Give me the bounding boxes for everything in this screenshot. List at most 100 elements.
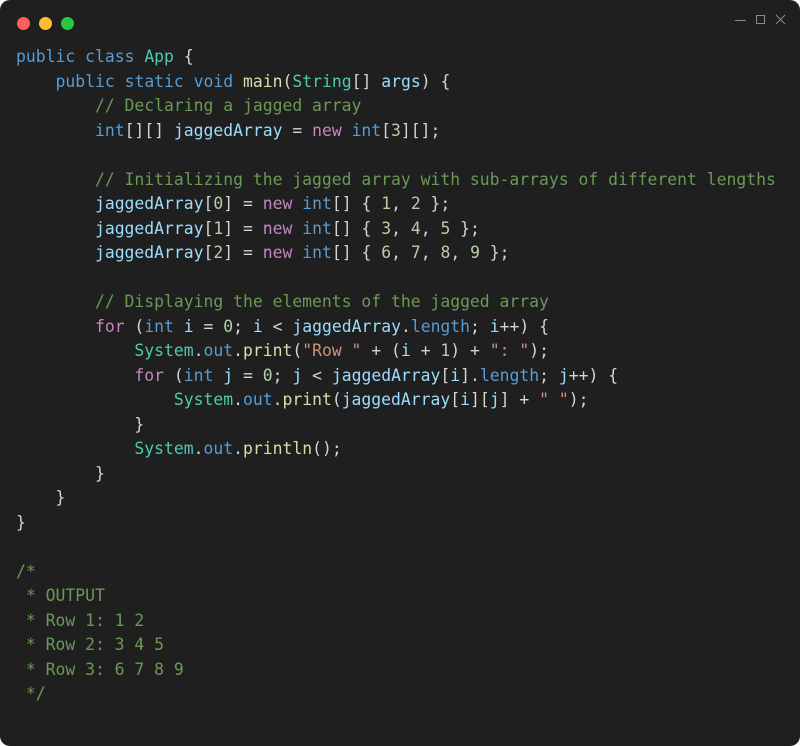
code-token: main [243,71,283,91]
code-token: App [144,47,174,66]
code-token: length [479,365,540,385]
close-icon[interactable] [775,14,786,25]
code-line: jaggedArray[1] = new int[] { 3, 4, 5 }; [16,217,776,242]
code-token: int [302,218,332,238]
code-token: [] [351,71,382,91]
code-editor[interactable]: public class App { public static void ma… [16,45,776,707]
code-token: i [450,365,461,385]
code-token: 5 [440,218,451,238]
code-token: = [282,120,313,140]
code-line: } [16,413,776,438]
code-token: . [233,439,243,458]
code-token: * Row 2: 3 4 5 [16,635,165,654]
code-token: } [16,512,26,532]
code-window: public class App { public static void ma… [0,0,800,746]
code-token: /* [16,561,36,581]
code-token: }; [479,243,510,262]
code-token: int [302,194,332,213]
code-token: ) + [450,341,490,360]
code-token: 7 [410,243,421,262]
code-token: // Displaying the elements of the jagged… [94,292,549,311]
code-token: ] = [223,194,263,213]
code-token: System [134,439,194,458]
code-token: ( [124,316,145,336]
code-token: 1 [381,194,392,213]
code-token: println [243,439,313,458]
code-token: = [233,365,263,385]
code-token: [ [203,194,214,213]
code-token: 2 [213,243,224,262]
code-token: 9 [470,243,480,262]
code-token: . [193,341,204,360]
code-token: 8 [440,243,451,262]
code-token: out [203,439,234,458]
code-token: , [391,218,411,238]
close-dot-button[interactable] [17,17,30,30]
code-token: ]. [460,365,480,385]
code-token: out [242,390,273,409]
code-token: } [16,488,66,507]
minimize-icon[interactable] [735,20,746,21]
code-token: static [124,71,184,91]
code-token: public [16,47,76,66]
code-token: jaggedArray [94,243,204,262]
code-token: < [302,365,332,385]
code-token: ; [539,365,559,385]
code-token: int [144,316,174,336]
code-token: ) { [420,71,451,91]
code-token: [ [203,218,214,238]
code-token: ] + [499,390,540,409]
code-token: 1 [440,341,451,360]
code-line: jaggedArray[2] = new int[] { 6, 7, 8, 9 … [16,241,776,266]
maximize-dot-button[interactable] [61,17,74,30]
code-token: [ [203,243,214,262]
code-token: 2 [410,194,421,213]
code-token: */ [16,684,46,703]
code-line: // Initializing the jagged array with su… [16,168,776,193]
code-line: for (int i = 0; i < jaggedArray.length; … [16,315,776,340]
code-token: , [391,243,411,262]
code-line: public static void main(String[] args) { [16,70,776,95]
code-line: * Row 2: 3 4 5 [16,633,776,658]
code-token: ); [529,341,549,360]
code-token: jaggedArray [341,390,451,409]
code-token: i [252,316,263,336]
minimize-dot-button[interactable] [39,17,52,30]
code-token: 0 [223,316,234,336]
code-token: 0 [262,365,273,385]
code-token: String [292,71,352,91]
code-token: } [16,463,105,483]
code-token: ; [233,316,253,336]
code-token: ; [272,365,293,385]
code-token: }; [420,194,451,213]
code-line: // Declaring a jagged array [16,94,776,119]
window-controls [735,14,786,25]
code-token: [][] [124,120,174,140]
code-token: } [16,414,145,434]
code-token: ( [292,341,303,360]
code-token: . [193,439,204,458]
code-token: * Row 3: 6 7 8 9 [16,659,184,679]
code-token: print [243,341,293,360]
code-token: , [420,218,441,238]
code-token: int [351,120,382,140]
maximize-icon[interactable] [756,15,765,24]
code-token: ][]; [400,120,441,140]
code-token: "Row " [302,341,362,360]
code-token: jaggedArray [94,218,204,238]
code-line: int[][] jaggedArray = new int[3][]; [16,119,776,144]
code-token: System [134,341,194,360]
code-token: new [262,194,293,213]
code-token: 6 [381,243,392,262]
code-token: [ [381,120,392,140]
code-token: + ( [361,341,401,360]
